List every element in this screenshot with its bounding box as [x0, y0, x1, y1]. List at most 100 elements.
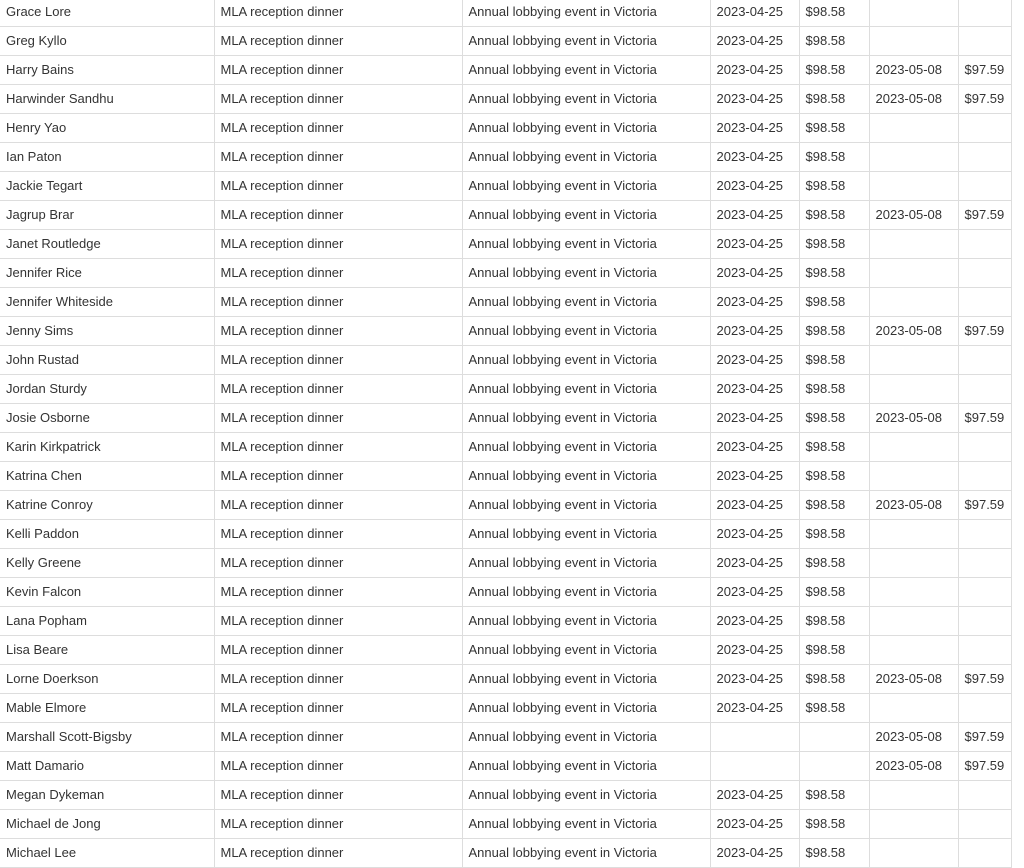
second-amount-cell: $97.59	[958, 403, 1012, 433]
occasion-cell: Annual lobbying event in Victoria	[462, 200, 711, 230]
recipient-name-cell: Katrina Chen	[0, 461, 215, 491]
gift-description-cell: MLA reception dinner	[214, 171, 463, 201]
first-amount-cell: $98.58	[799, 345, 870, 375]
second-amount-cell	[958, 171, 1012, 201]
occasion-cell: Annual lobbying event in Victoria	[462, 664, 711, 694]
second-amount-cell	[958, 432, 1012, 462]
gift-description-cell: MLA reception dinner	[214, 664, 463, 694]
second-amount-cell: $97.59	[958, 490, 1012, 520]
occasion-cell: Annual lobbying event in Victoria	[462, 287, 711, 317]
recipient-name-cell: Greg Kyllo	[0, 26, 215, 56]
occasion-cell: Annual lobbying event in Victoria	[462, 26, 711, 56]
second-date-cell: 2023-05-08	[869, 722, 959, 752]
first-amount-cell: $98.58	[799, 55, 870, 85]
second-date-cell	[869, 577, 959, 607]
table-row: Jennifer Whiteside MLA reception dinner An…	[0, 287, 1012, 317]
first-amount-cell: $98.58	[799, 200, 870, 230]
recipient-name-cell: Michael de Jong	[0, 809, 215, 839]
recipient-name-cell: Ian Paton	[0, 142, 215, 172]
occasion-cell: Annual lobbying event in Victoria	[462, 693, 711, 723]
second-amount-cell	[958, 809, 1012, 839]
first-date-cell: 2023-04-25	[710, 0, 800, 27]
table-row: Harwinder Sandhu MLA reception dinner Annu…	[0, 84, 1012, 114]
first-date-cell: 2023-04-25	[710, 84, 800, 114]
second-amount-cell: $97.59	[958, 664, 1012, 694]
recipient-name-cell: Jenny Sims	[0, 316, 215, 346]
first-amount-cell: $98.58	[799, 374, 870, 404]
gift-description-cell: MLA reception dinner	[214, 461, 463, 491]
first-amount-cell: $98.58	[799, 461, 870, 491]
second-date-cell	[869, 113, 959, 143]
recipient-name-cell: Michael Lee	[0, 838, 215, 868]
first-date-cell: 2023-04-25	[710, 26, 800, 56]
first-date-cell: 2023-04-25	[710, 142, 800, 172]
second-date-cell: 2023-05-08	[869, 316, 959, 346]
occasion-cell: Annual lobbying event in Victoria	[462, 838, 711, 868]
second-amount-cell: $97.59	[958, 200, 1012, 230]
gift-description-cell: MLA reception dinner	[214, 577, 463, 607]
recipient-name-cell: Kelly Greene	[0, 548, 215, 578]
second-amount-cell	[958, 26, 1012, 56]
gifts-table: Grace Lore MLA reception dinner Annual lob…	[0, 0, 1012, 868]
table-row: Janet Routledge MLA reception dinner Annua…	[0, 229, 1012, 259]
first-date-cell: 2023-04-25	[710, 519, 800, 549]
recipient-name-cell: Jagrup Brar	[0, 200, 215, 230]
table-row: Marshall Scott-Bigsby MLA reception dinne…	[0, 722, 1012, 752]
first-amount-cell	[799, 722, 870, 752]
recipient-name-cell: Mable Elmore	[0, 693, 215, 723]
first-amount-cell: $98.58	[799, 519, 870, 549]
recipient-name-cell: Josie Osborne	[0, 403, 215, 433]
table-row: Karin Kirkpatrick MLA reception dinner Ann…	[0, 432, 1012, 462]
occasion-cell: Annual lobbying event in Victoria	[462, 345, 711, 375]
second-amount-cell	[958, 113, 1012, 143]
first-amount-cell: $98.58	[799, 142, 870, 172]
occasion-cell: Annual lobbying event in Victoria	[462, 548, 711, 578]
gift-description-cell: MLA reception dinner	[214, 258, 463, 288]
table-row: Grace Lore MLA reception dinner Annual lob…	[0, 0, 1012, 27]
second-amount-cell	[958, 548, 1012, 578]
second-amount-cell: $97.59	[958, 84, 1012, 114]
recipient-name-cell: Jennifer Whiteside	[0, 287, 215, 317]
occasion-cell: Annual lobbying event in Victoria	[462, 432, 711, 462]
recipient-name-cell: Kelli Paddon	[0, 519, 215, 549]
first-amount-cell: $98.58	[799, 403, 870, 433]
first-date-cell: 2023-04-25	[710, 838, 800, 868]
first-amount-cell: $98.58	[799, 548, 870, 578]
recipient-name-cell: Kevin Falcon	[0, 577, 215, 607]
occasion-cell: Annual lobbying event in Victoria	[462, 316, 711, 346]
second-amount-cell: $97.59	[958, 55, 1012, 85]
first-amount-cell: $98.58	[799, 84, 870, 114]
first-date-cell: 2023-04-25	[710, 229, 800, 259]
second-date-cell	[869, 693, 959, 723]
gift-description-cell: MLA reception dinner	[214, 519, 463, 549]
first-amount-cell: $98.58	[799, 693, 870, 723]
second-date-cell	[869, 345, 959, 375]
table-row: Lisa Beare MLA reception dinner Annual lob…	[0, 635, 1012, 665]
recipient-name-cell: Karin Kirkpatrick	[0, 432, 215, 462]
gift-description-cell: MLA reception dinner	[214, 403, 463, 433]
first-date-cell: 2023-04-25	[710, 403, 800, 433]
second-amount-cell	[958, 258, 1012, 288]
table-row: Henry Yao MLA reception dinner Annual lobb…	[0, 113, 1012, 143]
recipient-name-cell: Henry Yao	[0, 113, 215, 143]
second-amount-cell	[958, 142, 1012, 172]
first-amount-cell: $98.58	[799, 258, 870, 288]
occasion-cell: Annual lobbying event in Victoria	[462, 113, 711, 143]
first-amount-cell: $98.58	[799, 287, 870, 317]
second-date-cell	[869, 548, 959, 578]
gift-description-cell: MLA reception dinner	[214, 751, 463, 781]
second-date-cell	[869, 519, 959, 549]
gift-description-cell: MLA reception dinner	[214, 432, 463, 462]
second-date-cell	[869, 229, 959, 259]
second-date-cell: 2023-05-08	[869, 490, 959, 520]
second-amount-cell: $97.59	[958, 722, 1012, 752]
second-amount-cell	[958, 577, 1012, 607]
first-amount-cell: $98.58	[799, 171, 870, 201]
occasion-cell: Annual lobbying event in Victoria	[462, 490, 711, 520]
occasion-cell: Annual lobbying event in Victoria	[462, 519, 711, 549]
second-amount-cell	[958, 287, 1012, 317]
recipient-name-cell: Matt Damario	[0, 751, 215, 781]
table-row: John Rustad MLA reception dinner Annual lo…	[0, 345, 1012, 375]
recipient-name-cell: Lana Popham	[0, 606, 215, 636]
table-row: Kelli Paddon MLA reception dinner Annual l…	[0, 519, 1012, 549]
